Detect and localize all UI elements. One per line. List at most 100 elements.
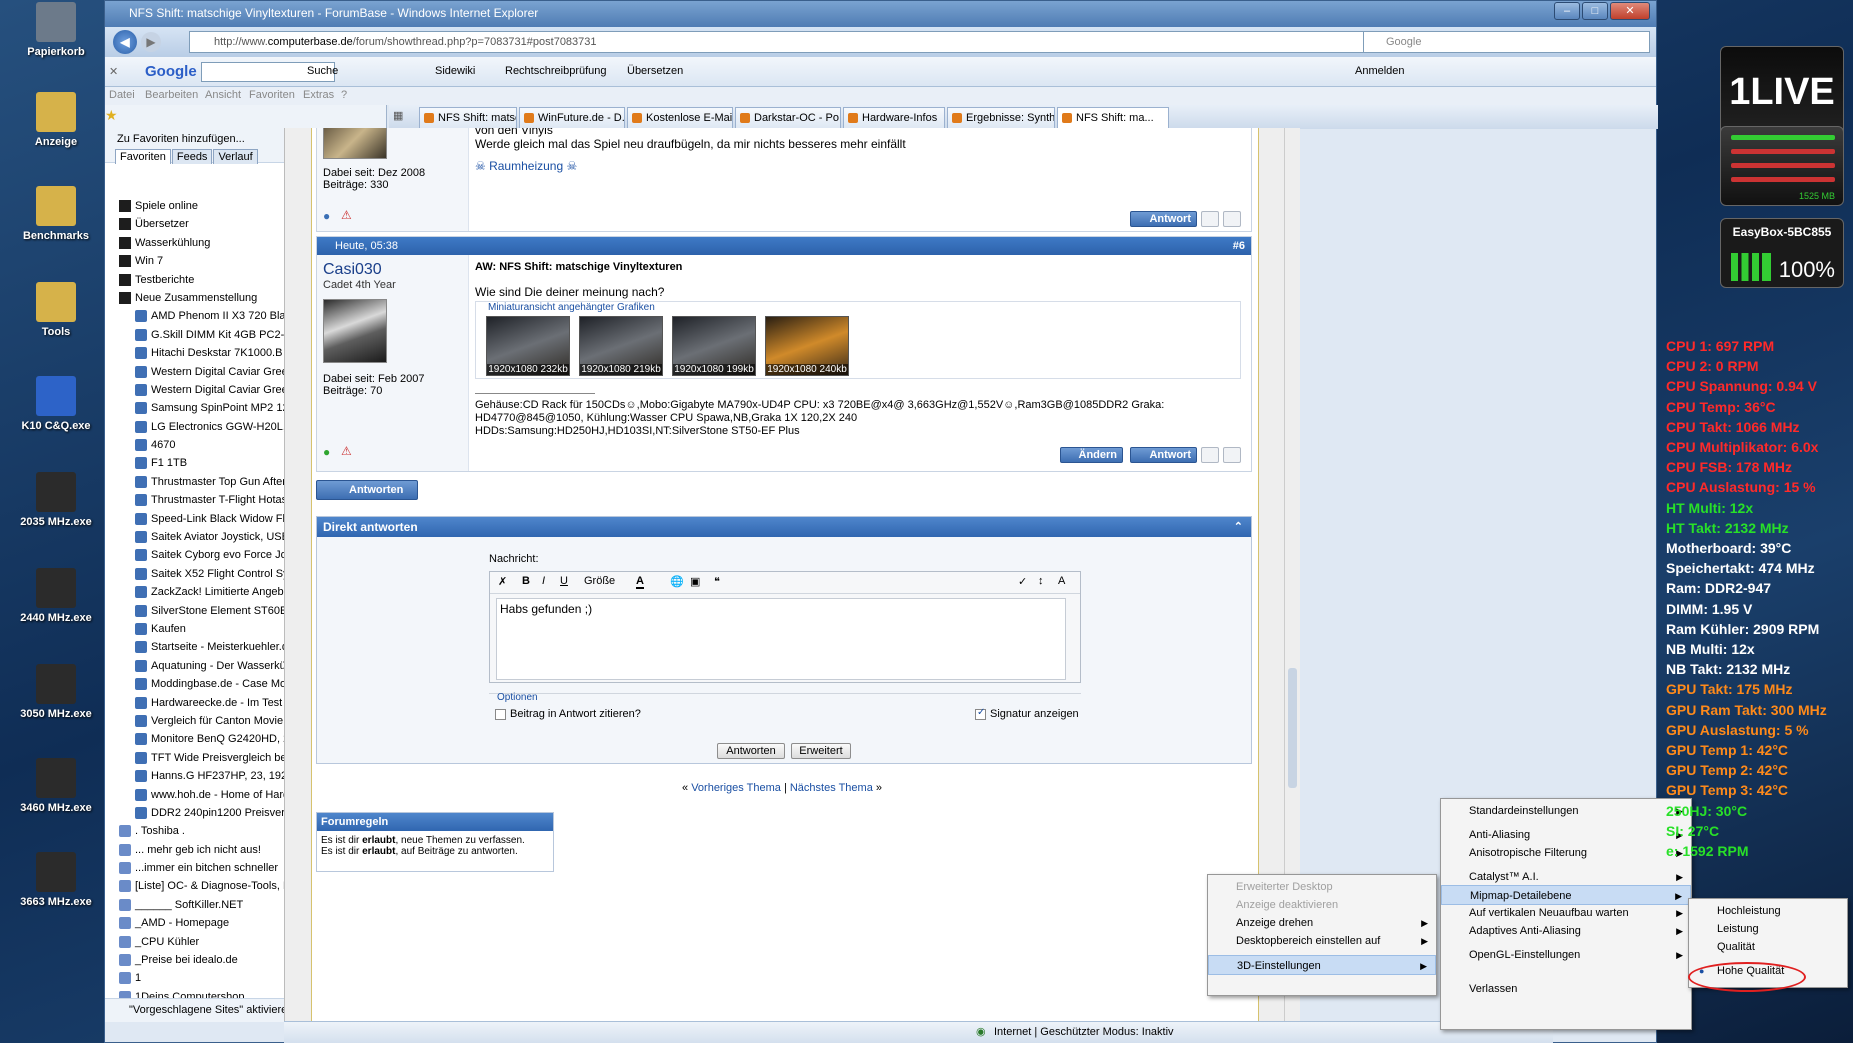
translate-button[interactable]: Übersetzen — [627, 65, 683, 77]
search-input[interactable]: Google — [1363, 31, 1650, 53]
desktop-context-menu: Erweiterter Desktop Anzeige deaktivieren A… — [1207, 874, 1437, 996]
google-search-button[interactable]: Suche — [307, 65, 338, 77]
menu-favoriten[interactable]: Favoriten — [249, 89, 295, 101]
forward-button[interactable]: ▶ — [141, 32, 161, 52]
3d-menu-item[interactable]: Standardeinstellungen ▶ — [1441, 801, 1691, 821]
multiquote-button[interactable] — [1223, 211, 1241, 227]
meter-gadget: 1525 MB — [1720, 126, 1844, 206]
spellcheck-button[interactable]: Rechtschreibprüfung — [505, 65, 607, 77]
maximize-button[interactable]: □ — [1582, 2, 1608, 20]
browser-tab[interactable]: Hardware-Infos — [843, 107, 945, 129]
attachment-thumb[interactable]: 1920x1080 199kb — [672, 316, 756, 376]
3d-menu-item[interactable]: Anisotropische Filterung ▶ — [1441, 843, 1691, 863]
3d-menu-item[interactable]: OpenGL-Einstellungen ▶ — [1441, 945, 1691, 965]
browser-tab[interactable]: Darkstar-OC - Po... — [735, 107, 841, 129]
reply-button[interactable]: Antwort — [1130, 211, 1197, 227]
tab-favoriten[interactable]: Favoriten — [115, 149, 171, 164]
post-number[interactable]: #6 — [1233, 237, 1245, 255]
font-color-button[interactable]: A — [636, 575, 644, 589]
context-menu-item[interactable]: Anzeige drehen ▶ — [1208, 913, 1436, 933]
new-reply-button[interactable]: Antworten — [316, 480, 418, 500]
menu-help[interactable]: ? — [341, 89, 347, 101]
attachment-thumb[interactable]: 1920x1080 232kb — [486, 316, 570, 376]
username-link[interactable]: Casi030 — [317, 255, 468, 279]
desktop-icon[interactable]: 3460 MHz.exe — [6, 758, 106, 814]
3d-menu-item[interactable]: Catalyst™ A.I. ▶ — [1441, 867, 1691, 887]
wifi-gadget[interactable]: EasyBox-5BC855 100% — [1720, 218, 1844, 288]
minimize-button[interactable]: – — [1554, 2, 1580, 20]
link-icon[interactable]: 🌐 — [670, 575, 684, 588]
desktop-icon[interactable]: Anzeige — [6, 92, 106, 148]
radio-gadget[interactable]: 1LIVE — [1720, 46, 1844, 138]
close-button[interactable]: ✕ — [1610, 2, 1650, 20]
menu-ansicht[interactable]: Ansicht — [205, 89, 241, 101]
title-bar[interactable]: NFS Shift: matschige Vinyltexturen - For… — [105, 1, 1656, 27]
3d-menu-item[interactable]: Anti-Aliasing ▶ — [1441, 825, 1691, 845]
quick-tabs-icon[interactable]: ▦ — [393, 109, 403, 122]
desktop-icon[interactable]: 3663 MHz.exe — [6, 852, 106, 908]
desktop-icon[interactable]: 3050 MHz.exe — [6, 664, 106, 720]
browser-tab[interactable]: NFS Shift: ma... — [1057, 107, 1169, 129]
context-menu-item[interactable]: Desktopbereich einstellen auf ▶ — [1208, 931, 1436, 951]
tab-verlauf[interactable]: Verlauf — [213, 149, 258, 164]
browser-tab[interactable]: NFS Shift: matsc... — [419, 107, 517, 129]
3d-menu-item[interactable]: Mipmap-Detailebene ▶ — [1441, 885, 1691, 905]
reply-button[interactable]: Antwort — [1130, 447, 1197, 463]
report-icon[interactable]: ⚠ — [341, 208, 352, 222]
quote-button[interactable] — [1201, 447, 1219, 463]
desktop-icon[interactable]: 2035 MHz.exe — [6, 472, 106, 528]
desktop-icon[interactable]: Tools — [6, 282, 106, 338]
multiquote-button[interactable] — [1223, 447, 1241, 463]
attachment-thumb[interactable]: 1920x1080 240kb — [765, 316, 849, 376]
browser-tab[interactable]: Ergebnisse: Synth... — [947, 107, 1055, 129]
star-icon[interactable]: ★ — [105, 107, 118, 124]
message-textarea[interactable]: Habs gefunden ;) — [496, 598, 1066, 680]
quote-icon[interactable]: ❝ — [714, 575, 720, 588]
switch-mode-icon[interactable]: A — [1058, 575, 1065, 587]
signature-checkbox[interactable]: Signatur anzeigen — [975, 707, 1079, 720]
mipmap-option[interactable]: Hochleistung — [1689, 901, 1847, 921]
resize-icon[interactable]: ↕ — [1038, 575, 1044, 587]
desktop-icon[interactable]: Benchmarks — [6, 186, 106, 242]
memory-value: 1525 MB — [1798, 191, 1835, 201]
menu-extras[interactable]: Extras — [303, 89, 334, 101]
3d-menu-item[interactable]: Adaptives Anti-Aliasing ▶ — [1441, 921, 1691, 941]
menu-bearbeiten[interactable]: Bearbeiten — [145, 89, 198, 101]
attachment-thumb[interactable]: 1920x1080 219kb — [579, 316, 663, 376]
advanced-reply-button[interactable]: Erweitert — [791, 743, 851, 759]
italic-button[interactable]: I — [542, 575, 545, 587]
add-favorite-button[interactable]: Zu Favoriten hinzufügen... — [117, 133, 245, 145]
mipmap-option[interactable]: Leistung — [1689, 919, 1847, 939]
close-toolbar-icon[interactable]: ✕ — [109, 65, 118, 78]
back-button[interactable]: ◀ — [113, 30, 137, 54]
format-clear-icon[interactable]: ✗ — [498, 575, 507, 588]
report-icon[interactable]: ⚠ — [341, 444, 352, 458]
submit-reply-button[interactable]: Antworten — [717, 743, 785, 759]
tab-feeds[interactable]: Feeds — [171, 149, 213, 164]
image-icon[interactable]: ▣ — [690, 575, 700, 588]
desktop-icon[interactable]: K10 C&Q.exe — [6, 376, 106, 432]
context-menu-item[interactable]: 3D-Einstellungen ▶ — [1208, 955, 1436, 975]
desktop-icon[interactable]: 2440 MHz.exe — [6, 568, 106, 624]
signature-link[interactable]: ☠ Raumheizung ☠ — [475, 159, 577, 173]
quote-checkbox[interactable]: Beitrag in Antwort zitieren? — [495, 708, 641, 720]
mipmap-option[interactable]: Qualität — [1689, 937, 1847, 957]
size-select[interactable]: Größe — [584, 575, 615, 587]
prev-thread-link[interactable]: Vorheriges Thema — [691, 782, 781, 794]
spellcheck-icon[interactable]: ✓ — [1018, 575, 1027, 588]
bold-button[interactable]: B — [522, 575, 530, 587]
desktop-icon[interactable]: Papierkorb — [6, 2, 106, 58]
collapse-icon[interactable]: ⌃ — [1234, 517, 1243, 537]
signin-button[interactable]: Anmelden — [1355, 65, 1405, 77]
browser-tab[interactable]: Kostenlose E-Mai... — [627, 107, 733, 129]
3d-menu-item[interactable]: Verlassen — [1441, 979, 1691, 999]
underline-button[interactable]: U — [560, 575, 568, 587]
browser-tab[interactable]: WinFuture.de - D... — [519, 107, 625, 129]
3d-menu-item[interactable]: Auf vertikalen Neuaufbau warten ▶ — [1441, 903, 1691, 923]
sidewiki-button[interactable]: Sidewiki — [435, 65, 475, 77]
menu-datei[interactable]: Datei — [109, 89, 135, 101]
edit-button[interactable]: Ändern — [1059, 447, 1123, 463]
address-input[interactable]: http://www.computerbase.de/forum/showthr… — [189, 31, 1404, 53]
next-thread-link[interactable]: Nächstes Thema — [790, 782, 873, 794]
quote-button[interactable] — [1201, 211, 1219, 227]
